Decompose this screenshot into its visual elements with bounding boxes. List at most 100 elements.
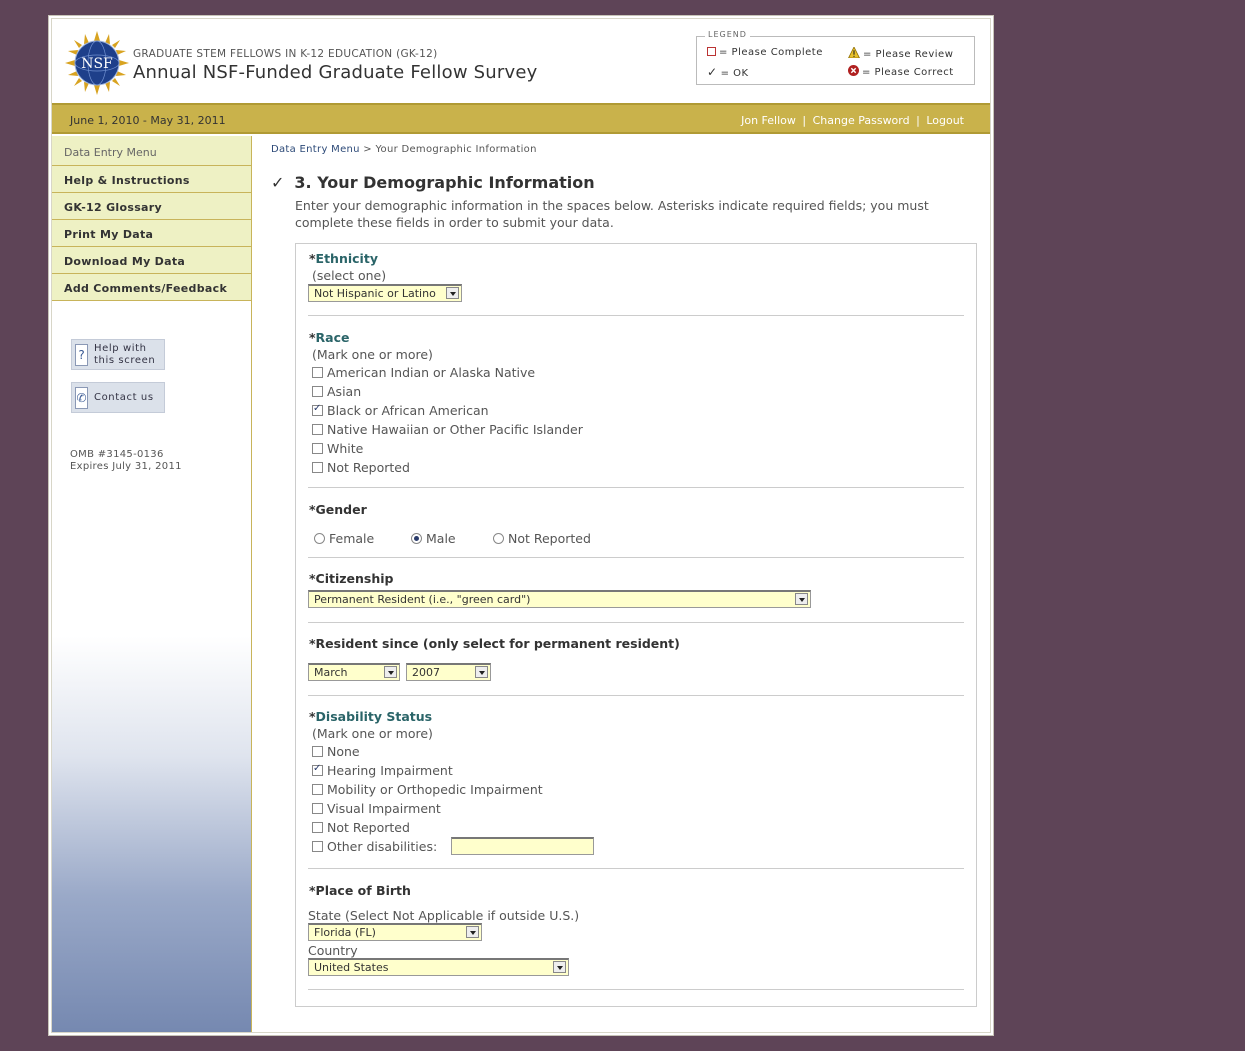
logo-text: NSF	[81, 56, 113, 72]
birth-label: *Place of Birth	[309, 883, 411, 898]
warning-icon	[848, 47, 860, 58]
chevron-down-icon	[446, 287, 459, 299]
sidebar: Data Entry Menu Help & Instructions GK-1…	[52, 136, 252, 1032]
divider	[308, 868, 964, 869]
program-subtitle: GRADUATE STEM FELLOWS IN K-12 EDUCATION …	[133, 48, 438, 60]
disability-option: Not Reported	[312, 820, 410, 836]
survey-title: Annual NSF-Funded Graduate Fellow Survey	[133, 62, 538, 83]
birth-state-value: Florida (FL)	[314, 926, 376, 939]
race-option: Black or African American	[312, 403, 489, 419]
question-icon: ?	[75, 344, 88, 366]
resident-year-value: 2007	[412, 666, 440, 679]
breadcrumb: Data Entry Menu > Your Demographic Infor…	[271, 144, 537, 155]
page-intro: Enter your demographic information in th…	[295, 198, 929, 230]
race-option: Not Reported	[312, 460, 410, 476]
resident-month-value: March	[314, 666, 348, 679]
page-title: ✓ 3. Your Demographic Information	[271, 173, 595, 192]
check-icon: ✓	[707, 65, 718, 79]
race-checkbox[interactable]	[312, 424, 323, 435]
race-option: White	[312, 441, 363, 457]
breadcrumb-separator: >	[363, 144, 372, 155]
gender-radio[interactable]	[314, 533, 325, 544]
chevron-down-icon	[384, 666, 397, 678]
divider	[308, 487, 964, 488]
help-screen-button[interactable]: ? Help with this screen	[71, 339, 165, 370]
race-checkbox[interactable]	[312, 443, 323, 454]
race-checkbox[interactable]	[312, 462, 323, 473]
citizenship-value: Permanent Resident (i.e., "green card")	[314, 593, 531, 606]
disability-checkbox[interactable]	[312, 841, 323, 852]
omb-expiry: Expires July 31, 2011	[70, 461, 182, 472]
chevron-down-icon	[795, 593, 808, 605]
sidebar-item-download[interactable]: Download My Data	[52, 247, 251, 274]
disability-checkbox[interactable]	[312, 803, 323, 814]
citizenship-label: *Citizenship	[309, 571, 394, 586]
gender-option-not-reported[interactable]: Not Reported	[493, 531, 591, 546]
divider	[308, 557, 964, 558]
help-button-line2: this screen	[94, 355, 156, 366]
sidebar-item-comments[interactable]: Add Comments/Feedback	[52, 274, 251, 301]
ethnicity-label[interactable]: *Ethnicity	[309, 251, 378, 266]
sidebar-item-help[interactable]: Help & Instructions	[52, 166, 251, 193]
disability-option: Visual Impairment	[312, 801, 441, 817]
gender-option-female[interactable]: Female	[314, 531, 374, 546]
disability-checkbox[interactable]	[312, 784, 323, 795]
divider	[308, 315, 964, 316]
citizenship-select[interactable]: Permanent Resident (i.e., "green card")	[308, 590, 811, 608]
reporting-period: June 1, 2010 - May 31, 2011	[70, 114, 226, 127]
other-disabilities-input[interactable]	[451, 837, 594, 855]
gender-radio[interactable]	[493, 533, 504, 544]
disability-option: None	[312, 744, 360, 760]
birth-country-value: United States	[314, 961, 389, 974]
empty-box-icon	[707, 47, 716, 56]
contact-button-label: Contact us	[94, 392, 154, 403]
page-container: NSF GRADUATE STEM FELLOWS IN K-12 EDUCAT…	[51, 18, 991, 1033]
divider	[308, 622, 964, 623]
legend-review: = Please Review	[848, 47, 953, 60]
main-content: Data Entry Menu > Your Demographic Infor…	[252, 136, 990, 1032]
chevron-down-icon	[475, 666, 488, 678]
header: NSF GRADUATE STEM FELLOWS IN K-12 EDUCAT…	[52, 19, 990, 103]
chevron-down-icon	[553, 961, 566, 973]
legend-ok: ✓ = OK	[707, 65, 749, 79]
birth-country-select[interactable]: United States	[308, 958, 569, 976]
page-title-text: 3. Your Demographic Information	[294, 173, 595, 192]
birth-state-select[interactable]: Florida (FL)	[308, 923, 482, 941]
disability-checkbox[interactable]	[312, 746, 323, 757]
check-icon: ✓	[271, 173, 285, 192]
race-checkbox[interactable]	[312, 367, 323, 378]
breadcrumb-link[interactable]: Data Entry Menu	[271, 144, 360, 155]
birth-state-label: State (Select Not Applicable if outside …	[308, 908, 580, 923]
disability-checkbox[interactable]	[312, 763, 323, 776]
disability-option: Other disabilities:	[312, 839, 437, 855]
legend-title: LEGEND	[705, 30, 750, 39]
sidebar-item-print[interactable]: Print My Data	[52, 220, 251, 247]
disability-label[interactable]: *Disability Status	[309, 709, 432, 724]
gender-radio[interactable]	[411, 533, 422, 544]
resident-year-select[interactable]: 2007	[406, 663, 491, 681]
legend-correct: = Please Correct	[848, 65, 954, 78]
disability-option: Hearing Impairment	[312, 763, 453, 779]
legend: LEGEND = Please Complete = Please Review…	[696, 30, 975, 85]
phone-icon: ✆	[75, 387, 88, 409]
race-checkbox[interactable]	[312, 403, 323, 416]
ethnicity-select[interactable]: Not Hispanic or Latino	[308, 284, 462, 302]
ethnicity-value: Not Hispanic or Latino	[314, 287, 436, 300]
disability-option: Mobility or Orthopedic Impairment	[312, 782, 543, 798]
nav-separator: |	[802, 114, 807, 127]
race-label[interactable]: *Race	[309, 330, 350, 345]
user-nav: Jon Fellow | Change Password | Logout	[741, 114, 964, 127]
disability-checkbox[interactable]	[312, 822, 323, 833]
demographic-form: *Ethnicity (select one) Not Hispanic or …	[295, 243, 977, 1007]
chevron-down-icon	[466, 926, 479, 938]
logout-link[interactable]: Logout	[926, 114, 964, 127]
contact-us-button[interactable]: ✆ Contact us	[71, 382, 165, 413]
gender-option-male[interactable]: Male	[411, 531, 456, 546]
user-name-link[interactable]: Jon Fellow	[741, 114, 796, 127]
error-icon	[848, 65, 859, 76]
change-password-link[interactable]: Change Password	[813, 114, 910, 127]
sidebar-item-glossary[interactable]: GK-12 Glossary	[52, 193, 251, 220]
help-button-line1: Help with	[94, 343, 147, 354]
resident-month-select[interactable]: March	[308, 663, 400, 681]
race-checkbox[interactable]	[312, 386, 323, 397]
